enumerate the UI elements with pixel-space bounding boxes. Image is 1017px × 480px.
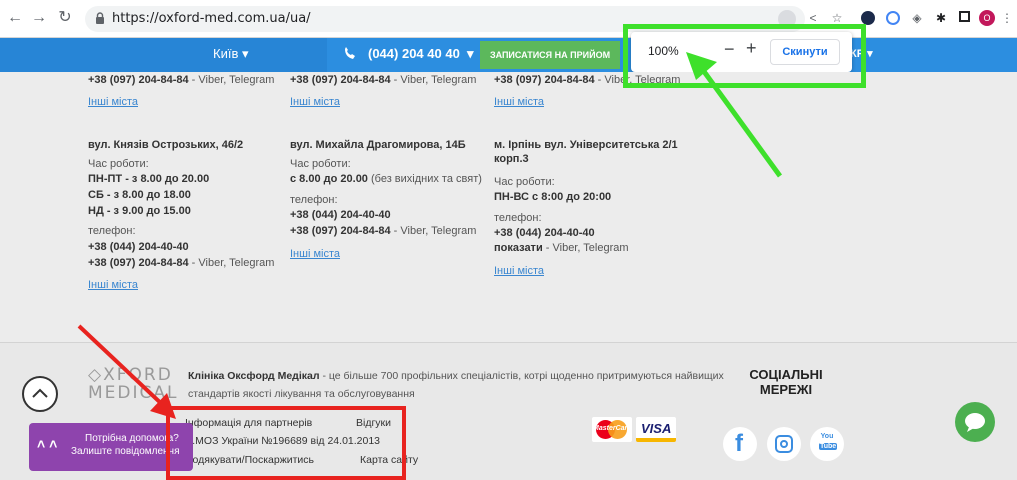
annotation-arrowhead-green xyxy=(686,52,717,80)
annotation-arrows xyxy=(77,52,783,419)
annotation-highlight-footer-links xyxy=(166,406,406,480)
annotation-arrow-green xyxy=(697,64,783,178)
annotation-arrow-red xyxy=(77,324,168,410)
